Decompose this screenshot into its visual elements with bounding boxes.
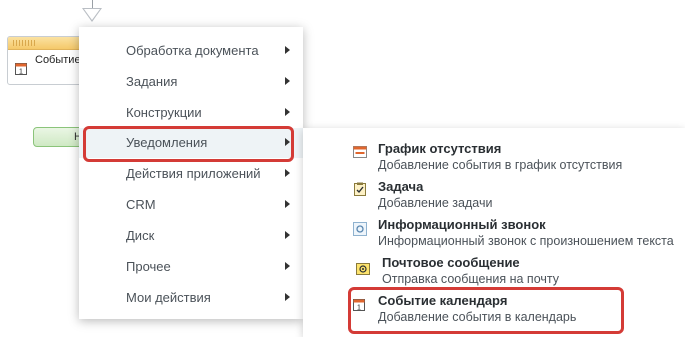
menu-item-label: Конструкции [126, 105, 202, 120]
submenu-item-title: Задача [378, 179, 424, 194]
submenu-item-absence-chart[interactable]: График отсутствия Добавление события в г… [303, 141, 685, 179]
submenu-item-title: Информационный звонок [378, 217, 546, 232]
menu-item-other[interactable]: Прочее [79, 252, 303, 282]
highlight-notifications [83, 126, 294, 162]
task-icon [353, 182, 367, 196]
submenu-item-description: Добавление задачи [378, 196, 493, 210]
submenu-item-task[interactable]: Задача Добавление задачи [303, 179, 685, 217]
submenu-item-title: Почтовое сообщение [382, 255, 520, 270]
context-menu: Обработка документа Задания Конструкции … [79, 27, 303, 319]
highlight-calendar-event [348, 287, 624, 334]
submenu-item-title: График отсутствия [378, 141, 502, 156]
menu-item-label: Обработка документа [126, 43, 259, 58]
workflow-block-title: Событие [35, 54, 81, 66]
menu-item-crm[interactable]: CRM [79, 190, 303, 220]
menu-item-document-processing[interactable]: Обработка документа [79, 36, 303, 66]
menu-item-label: Задания [126, 74, 178, 89]
drag-grip-icon[interactable] [13, 40, 35, 46]
menu-item-label: Мои действия [126, 290, 211, 305]
info-call-icon [353, 222, 367, 236]
svg-text:1: 1 [19, 69, 23, 76]
menu-item-label: Прочее [126, 259, 171, 274]
menu-item-constructions[interactable]: Конструкции [79, 98, 303, 128]
chevron-right-icon [285, 108, 290, 116]
chevron-right-icon [285, 262, 290, 270]
menu-item-label: Действия приложений [126, 166, 261, 181]
chevron-right-icon [285, 77, 290, 85]
submenu-item-info-call[interactable]: Информационный звонок Информационный зво… [303, 217, 685, 255]
submenu-item-description: Добавление события в график отсутствия [378, 158, 623, 172]
chevron-right-icon [285, 169, 290, 177]
menu-item-tasks[interactable]: Задания [79, 67, 303, 97]
chevron-right-icon [285, 293, 290, 301]
menu-item-my-actions[interactable]: Мои действия [79, 283, 303, 313]
absence-chart-icon [353, 145, 367, 159]
chevron-right-icon [285, 231, 290, 239]
menu-item-disk[interactable]: Диск [79, 221, 303, 251]
submenu-item-description: Отправка сообщения на почту [382, 272, 560, 286]
menu-item-label: Диск [126, 228, 155, 243]
menu-item-label: CRM [126, 197, 156, 212]
calendar-icon: 1 [15, 62, 27, 80]
mail-icon [356, 262, 370, 276]
chevron-right-icon [285, 200, 290, 208]
chevron-right-icon [285, 46, 290, 54]
menu-item-app-actions[interactable]: Действия приложений [79, 159, 303, 189]
submenu-item-description: Информационный звонок с произношением те… [378, 234, 674, 248]
